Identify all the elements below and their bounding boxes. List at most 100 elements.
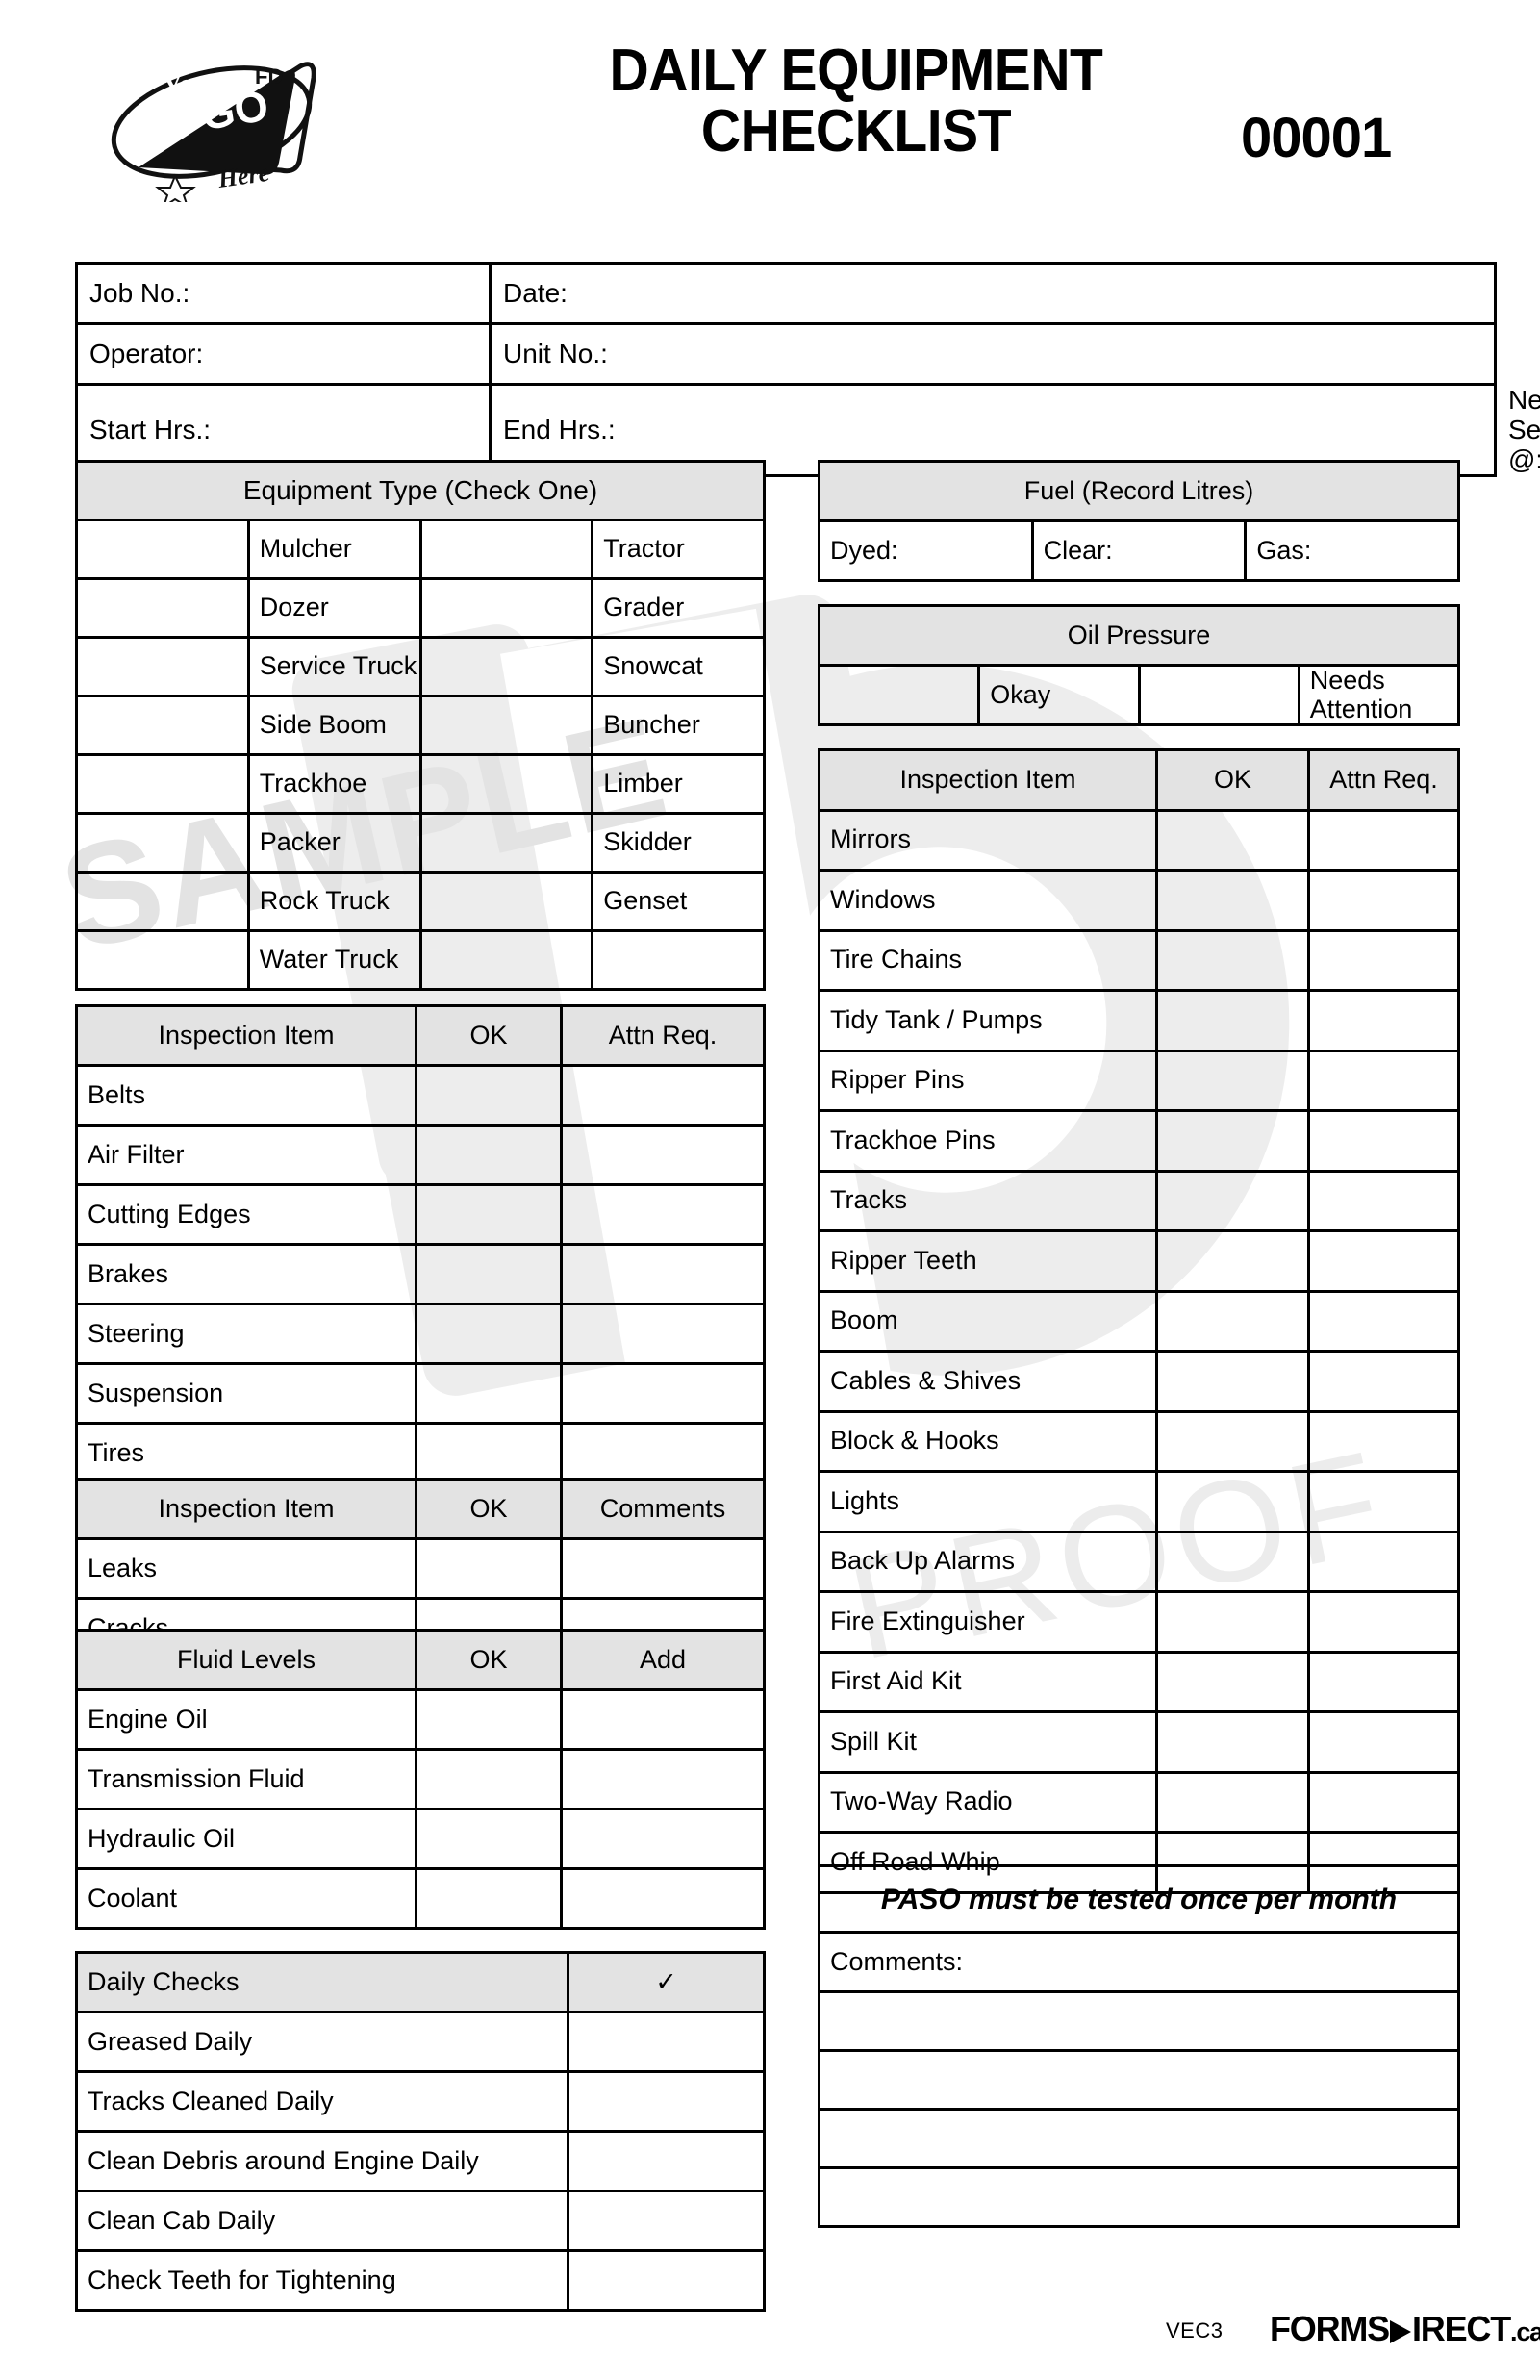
right-attn-tidy-tank-pumps[interactable] — [1307, 989, 1460, 1052]
daily-check-clean-cab-daily[interactable] — [567, 2190, 766, 2252]
inspection-attn-air-filter[interactable] — [560, 1124, 766, 1186]
fluid-add-transmission-fluid[interactable] — [560, 1748, 766, 1810]
inspection-ok-steering[interactable] — [415, 1303, 563, 1365]
equipment-checkbox-snowcat[interactable] — [418, 636, 594, 697]
fluid-label-hydraulic-oil: Hydraulic Oil — [75, 1808, 417, 1870]
right-ok-windows[interactable] — [1155, 869, 1310, 932]
inspection-ok-leaks[interactable] — [415, 1537, 563, 1600]
right-attn-windows[interactable] — [1307, 869, 1460, 932]
right-attn-block-hooks[interactable] — [1307, 1409, 1460, 1473]
fuel-field-clear[interactable]: Clear: — [1030, 519, 1248, 582]
right-attn-tire-chains[interactable] — [1307, 928, 1460, 992]
inspection-ok-cutting-edges[interactable] — [415, 1183, 563, 1246]
equipment-checkbox-packer[interactable] — [75, 812, 250, 874]
fluid-add-coolant[interactable] — [560, 1867, 766, 1930]
fluid-ok-engine-oil[interactable] — [415, 1688, 563, 1751]
right-attn-mirrors[interactable] — [1307, 808, 1460, 872]
inspection-attn-steering[interactable] — [560, 1303, 766, 1365]
right-ok-cables-shives[interactable] — [1155, 1350, 1310, 1413]
comments-line-1[interactable] — [818, 1990, 1460, 2052]
right-ok-tidy-tank-pumps[interactable] — [1155, 989, 1310, 1052]
right-ok-ripper-pins[interactable] — [1155, 1049, 1310, 1112]
fluid-ok-transmission-fluid[interactable] — [415, 1748, 563, 1810]
daily-check-tracks-cleaned-daily[interactable] — [567, 2070, 766, 2133]
field-label-unit-no[interactable]: Unit No.: — [489, 322, 1497, 386]
right-ok-first-aid-kit[interactable] — [1155, 1650, 1310, 1713]
table-row: Brakes — [75, 1243, 766, 1305]
field-label-date[interactable]: Date: — [489, 262, 1497, 325]
right-ok-fire-extinguisher[interactable] — [1155, 1590, 1310, 1654]
table-row: Equipment Type (Check One) — [75, 460, 766, 521]
equipment-checkbox-grader[interactable] — [418, 577, 594, 639]
left-inspection-table-1: Inspection Item OK Attn Req. Belts Air F… — [75, 1004, 766, 1484]
comments-line-3[interactable] — [818, 2108, 1460, 2169]
inspection-attn-suspension[interactable] — [560, 1362, 766, 1425]
inspection-ok-suspension[interactable] — [415, 1362, 563, 1425]
right-attn-cables-shives[interactable] — [1307, 1350, 1460, 1413]
right-ok-boom[interactable] — [1155, 1289, 1310, 1353]
equipment-checkbox-service-truck[interactable] — [75, 636, 250, 697]
inspection-attn-brakes[interactable] — [560, 1243, 766, 1305]
right-attn-two-way-radio[interactable] — [1307, 1770, 1460, 1834]
daily-check-clean-debris-around-engine-daily[interactable] — [567, 2130, 766, 2192]
right-ok-mirrors[interactable] — [1155, 808, 1310, 872]
equipment-checkbox-mulcher[interactable] — [75, 519, 250, 580]
right-ok-ripper-teeth[interactable] — [1155, 1229, 1310, 1293]
equipment-checkbox-genset[interactable] — [418, 871, 594, 932]
equipment-checkbox-skidder[interactable] — [418, 812, 594, 874]
equipment-checkbox-side-boom[interactable] — [75, 695, 250, 756]
daily-check-check-teeth-for-tightening[interactable] — [567, 2249, 766, 2312]
right-attn-lights[interactable] — [1307, 1470, 1460, 1533]
right-attn-first-aid-kit[interactable] — [1307, 1650, 1460, 1713]
field-label-operator[interactable]: Operator: — [75, 322, 492, 386]
right-attn-boom[interactable] — [1307, 1289, 1460, 1353]
right-ok-back-up-alarms[interactable] — [1155, 1530, 1310, 1593]
inspection-attn-belts[interactable] — [560, 1064, 766, 1127]
right-ok-block-hooks[interactable] — [1155, 1409, 1310, 1473]
fuel-header: Fuel (Record Litres) — [818, 460, 1460, 522]
right-attn-trackhoe-pins[interactable] — [1307, 1109, 1460, 1173]
equipment-checkbox-trackhoe[interactable] — [75, 753, 250, 815]
field-label-job-no[interactable]: Job No.: — [75, 262, 492, 325]
equipment-label-tractor: Tractor — [591, 519, 766, 580]
daily-check-greased-daily[interactable] — [567, 2011, 766, 2073]
right-attn-fire-extinguisher[interactable] — [1307, 1590, 1460, 1654]
inspection-ok-brakes[interactable] — [415, 1243, 563, 1305]
right-attn-ripper-pins[interactable] — [1307, 1049, 1460, 1112]
right-ok-tire-chains[interactable] — [1155, 928, 1310, 992]
comments-line-2[interactable] — [818, 2049, 1460, 2111]
comments-label[interactable]: Comments: — [818, 1931, 1460, 1993]
equipment-checkbox-water-truck[interactable] — [75, 929, 250, 991]
inspection-attn-cutting-edges[interactable] — [560, 1183, 766, 1246]
right-attn-back-up-alarms[interactable] — [1307, 1530, 1460, 1593]
fluid-ok-hydraulic-oil[interactable] — [415, 1808, 563, 1870]
fluid-add-engine-oil[interactable] — [560, 1688, 766, 1751]
inspection-ok-belts[interactable] — [415, 1064, 563, 1127]
equipment-checkbox-buncher[interactable] — [418, 695, 594, 756]
comments-line-4[interactable] — [818, 2166, 1460, 2228]
equipment-checkbox-tractor[interactable] — [418, 519, 594, 580]
table-row: Leaks — [75, 1537, 766, 1600]
inspection-comments-leaks[interactable] — [560, 1537, 766, 1600]
right-ok-two-way-radio[interactable] — [1155, 1770, 1310, 1834]
equipment-checkbox-dozer[interactable] — [75, 577, 250, 639]
equipment-checkbox-limber[interactable] — [418, 753, 594, 815]
table-row: Trackhoe Pins — [818, 1109, 1460, 1173]
right-ok-spill-kit[interactable] — [1155, 1710, 1310, 1774]
oil-pressure-checkbox-okay[interactable] — [817, 663, 981, 727]
fuel-field-gas[interactable]: Gas: — [1244, 519, 1460, 582]
inspection-ok-tires[interactable] — [415, 1422, 563, 1484]
oil-pressure-checkbox-needs-attention[interactable] — [1137, 663, 1300, 727]
fuel-field-dyed[interactable]: Dyed: — [818, 519, 1034, 582]
inspection-ok-air-filter[interactable] — [415, 1124, 563, 1186]
right-ok-lights[interactable] — [1155, 1470, 1310, 1533]
inspection-attn-tires[interactable] — [560, 1422, 766, 1484]
right-attn-spill-kit[interactable] — [1307, 1710, 1460, 1774]
right-attn-tracks[interactable] — [1307, 1169, 1460, 1232]
right-attn-ripper-teeth[interactable] — [1307, 1229, 1460, 1293]
right-ok-tracks[interactable] — [1155, 1169, 1310, 1232]
fluid-add-hydraulic-oil[interactable] — [560, 1808, 766, 1870]
right-ok-trackhoe-pins[interactable] — [1155, 1109, 1310, 1173]
equipment-checkbox-rock-truck[interactable] — [75, 871, 250, 932]
fluid-ok-coolant[interactable] — [415, 1867, 563, 1930]
